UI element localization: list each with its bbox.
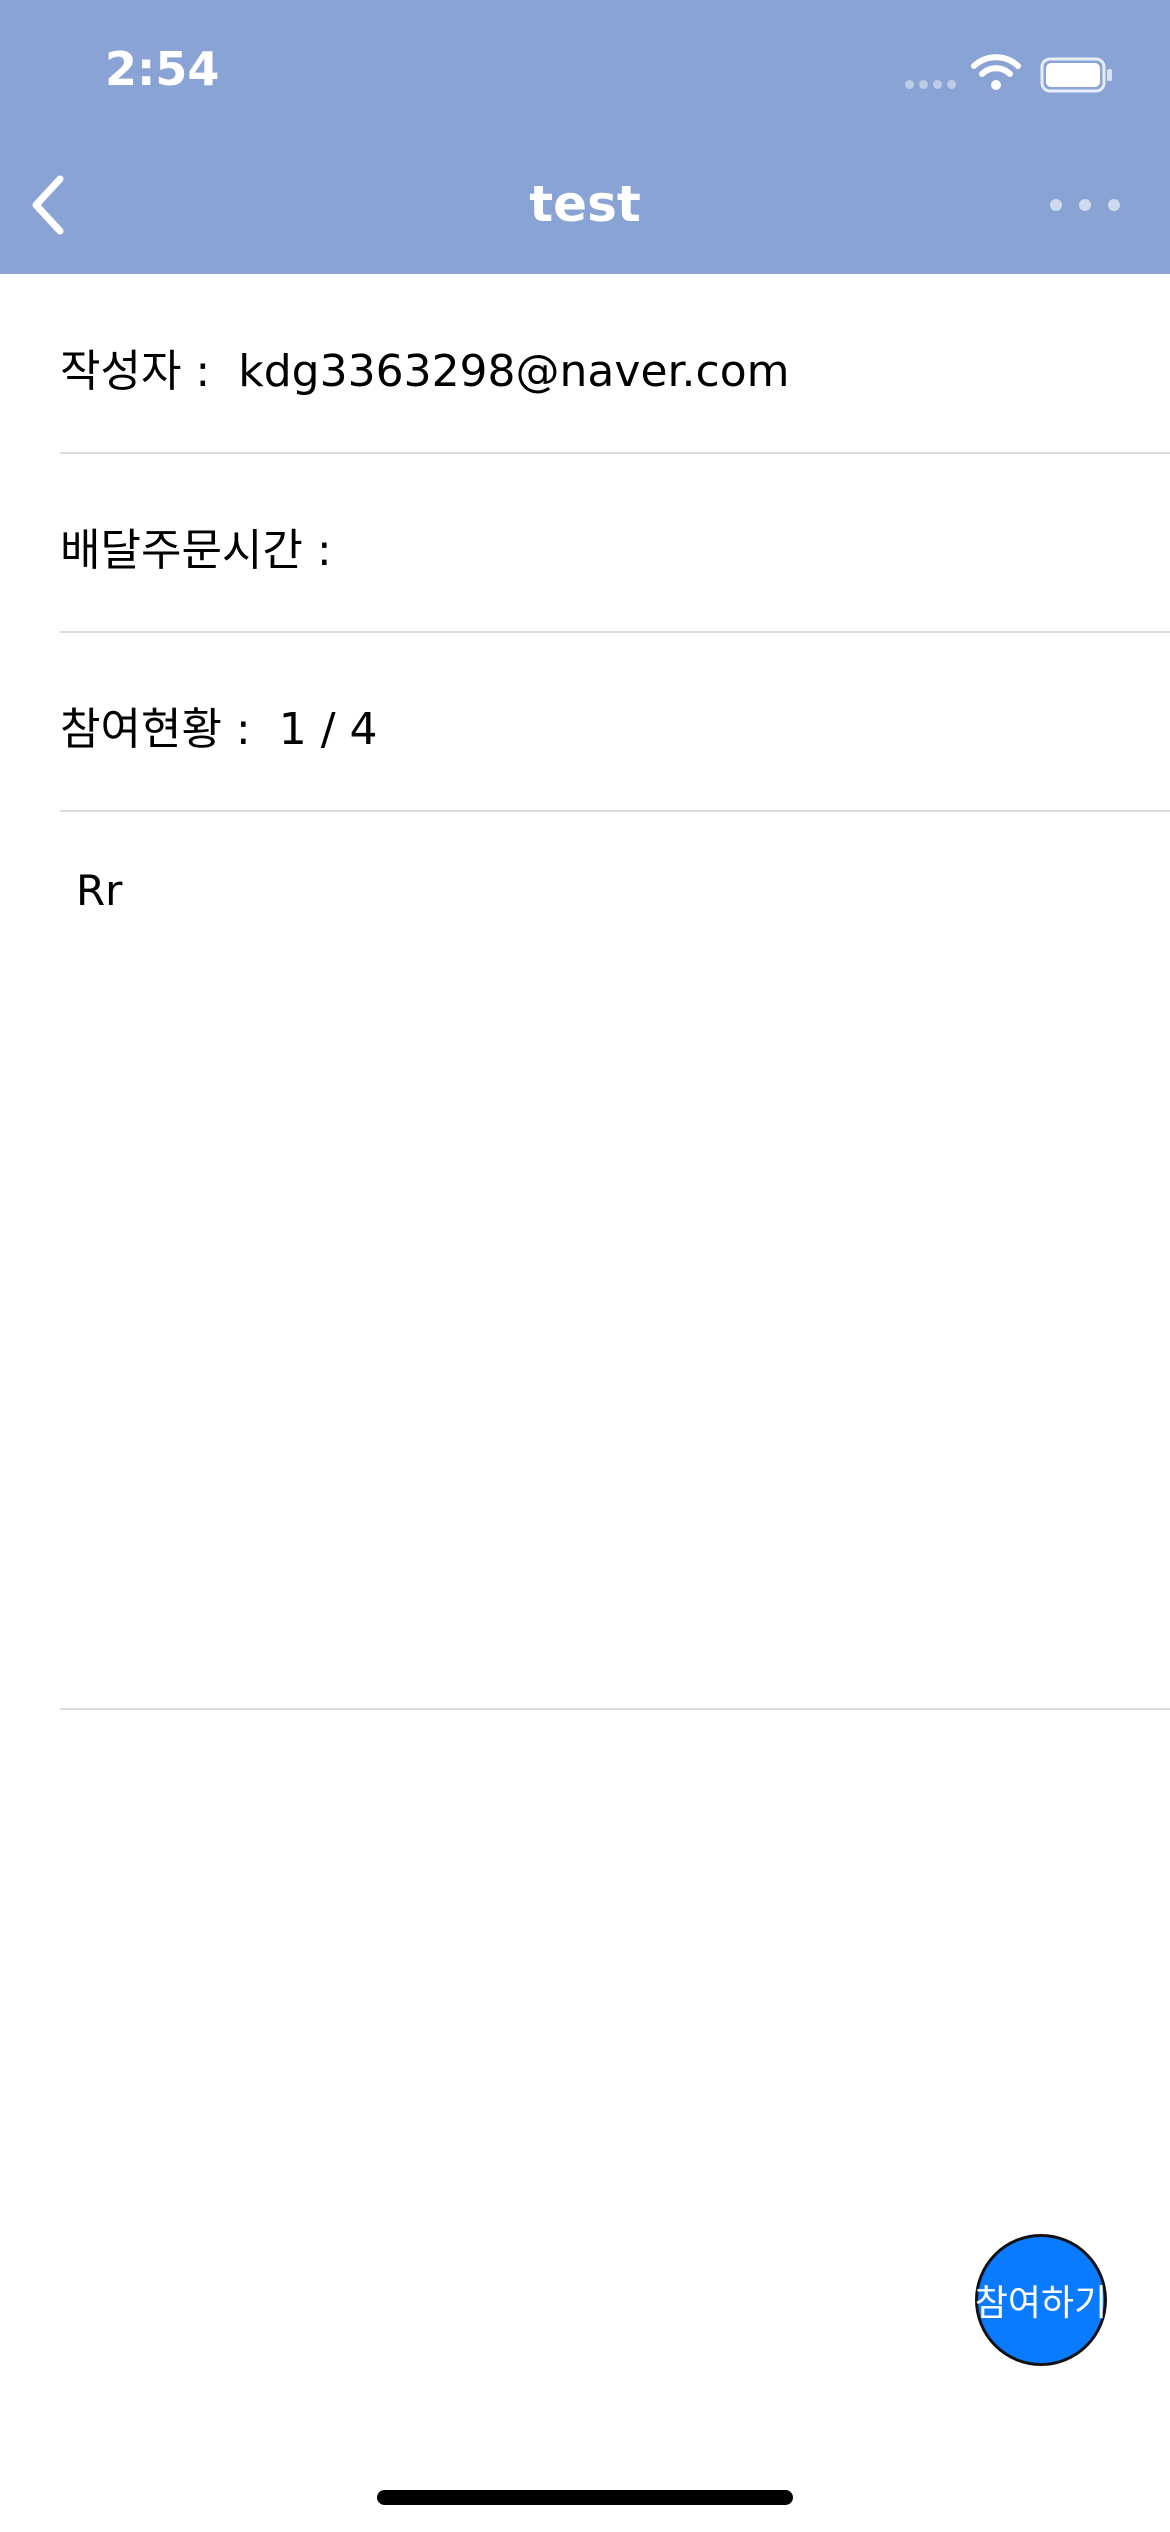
writer-value: kdg3363298@naver.com xyxy=(238,346,790,397)
participants-label: 참여현황 : xyxy=(60,704,251,755)
participants-value: 1 / 4 xyxy=(278,704,378,755)
delivery-time-label: 배달주문시간 : xyxy=(60,525,332,576)
more-options-button[interactable] xyxy=(1050,190,1120,220)
page-title: test xyxy=(529,175,641,233)
delivery-time-row: 배달주문시간 : xyxy=(60,454,1170,633)
ellipsis-icon xyxy=(1050,199,1062,211)
writer-label: 작성자 : xyxy=(60,346,211,397)
status-time: 2:54 xyxy=(105,42,220,96)
home-indicator xyxy=(377,2490,793,2505)
wifi-icon xyxy=(971,54,1021,90)
writer-row: 작성자 : kdg3363298@naver.com xyxy=(60,275,1170,454)
post-content: Rr xyxy=(60,812,1170,1710)
battery-icon xyxy=(1040,57,1112,93)
join-button[interactable]: 참여하기 xyxy=(975,2234,1107,2366)
post-body: Rr xyxy=(76,866,123,915)
participants-row: 참여현황 : 1 / 4 xyxy=(60,633,1170,812)
cellular-signal-icon xyxy=(905,80,959,90)
navigation-header: 2:54 test xyxy=(0,0,1170,274)
